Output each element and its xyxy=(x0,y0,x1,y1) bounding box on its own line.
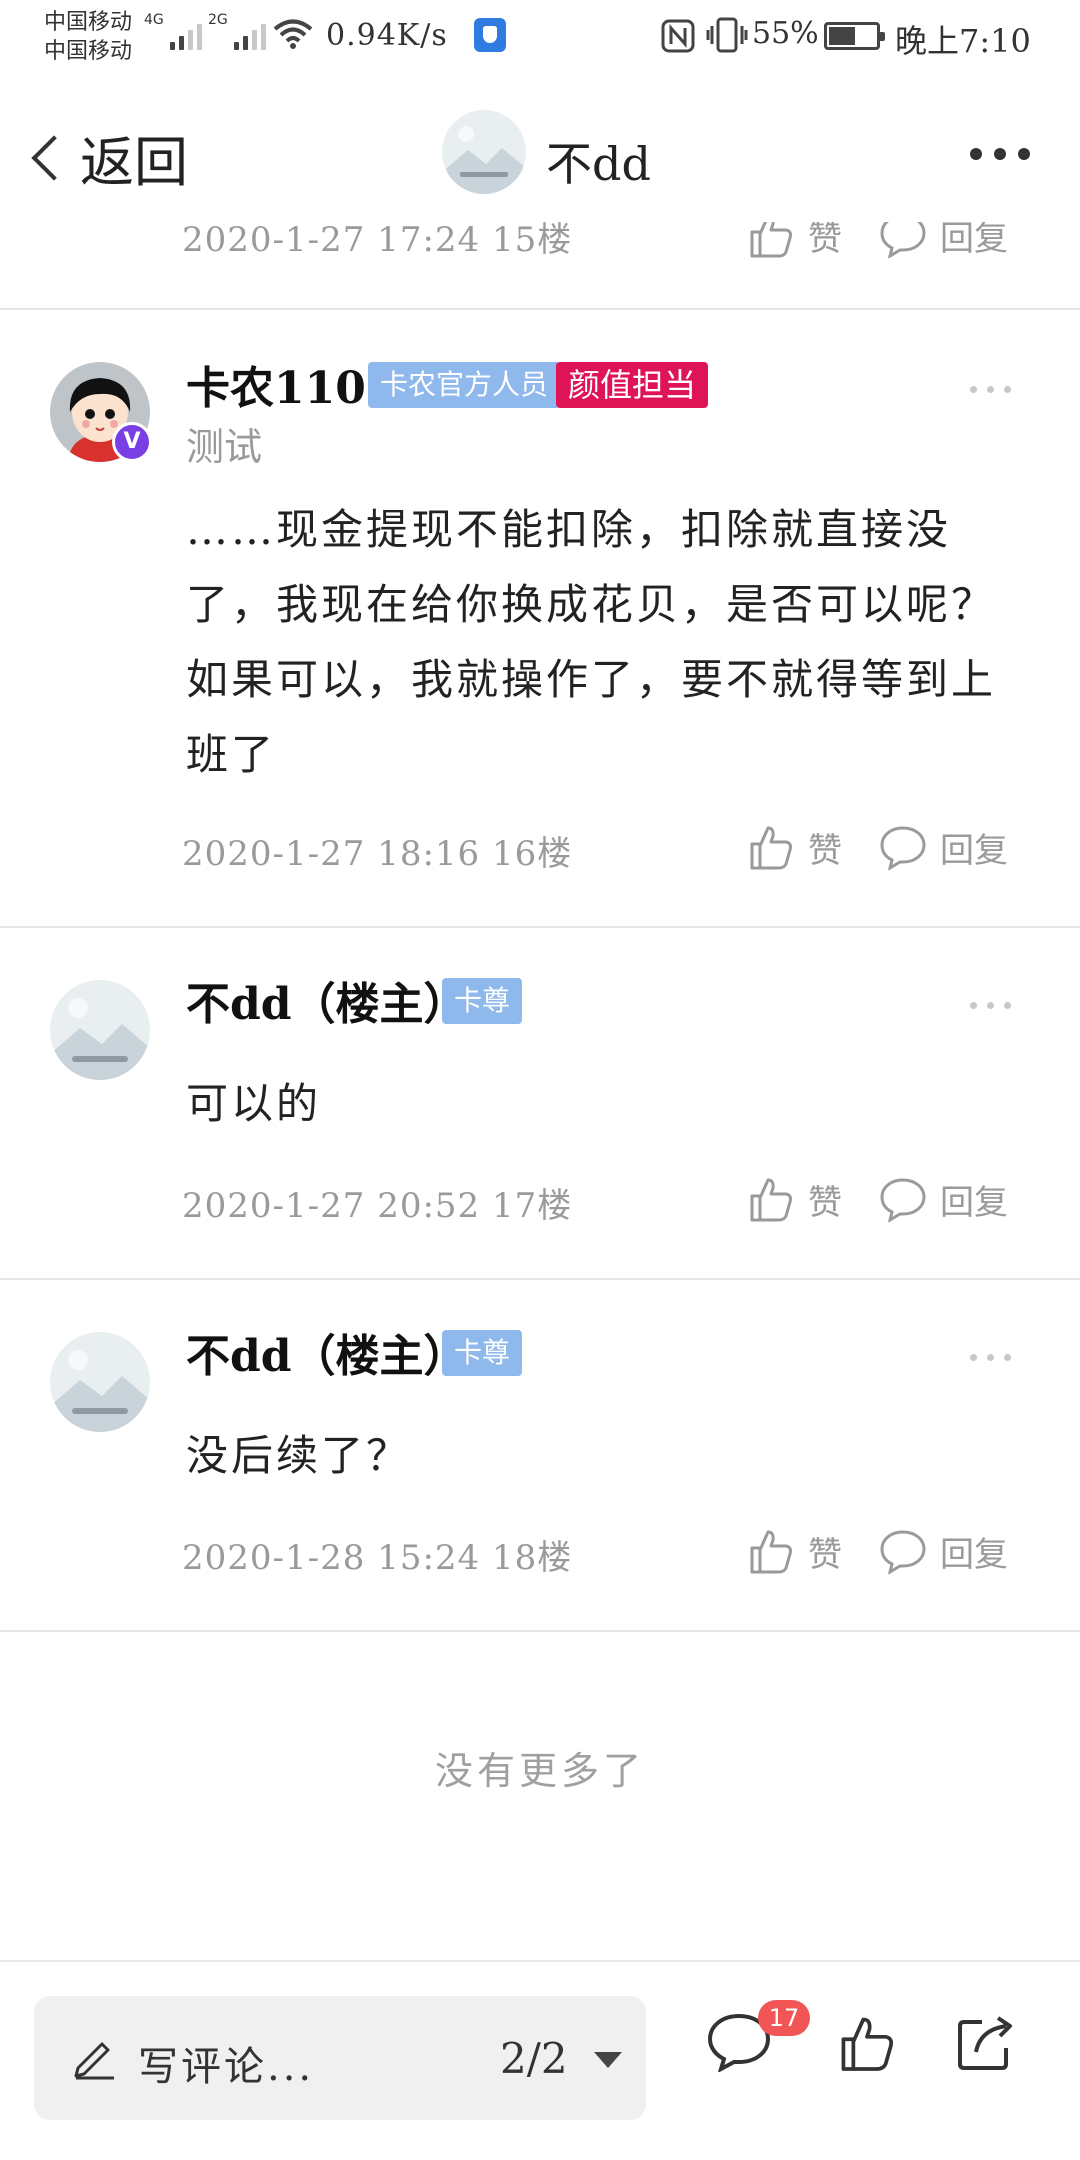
rank-tag: 卡尊 xyxy=(442,978,523,1024)
author-name[interactable]: 不dd（楼主） xyxy=(186,968,468,1032)
security-shield-icon xyxy=(474,18,506,52)
avatar[interactable] xyxy=(50,1332,150,1432)
post-meta: 2020-1-28 15:24 18楼 xyxy=(182,1538,573,1578)
signal-1-icon: 4G xyxy=(144,12,202,50)
post-more-icon[interactable] xyxy=(970,386,1011,393)
post-more-icon[interactable] xyxy=(970,1354,1011,1361)
post-body: 可以的 xyxy=(186,1079,322,1128)
like-label[interactable]: 赞 xyxy=(808,1527,842,1576)
share-icon[interactable] xyxy=(954,2012,1018,2074)
honor-tag: 颜值担当 xyxy=(556,362,709,408)
rank-tag: 卡尊 xyxy=(442,1330,523,1376)
back-chevron-icon xyxy=(31,134,77,181)
header-avatar[interactable] xyxy=(442,110,526,194)
avatar[interactable] xyxy=(50,980,150,1080)
clock: 晚上7:10 xyxy=(895,22,1031,60)
reply-icon[interactable] xyxy=(878,1176,928,1222)
end-of-list-text: 没有更多了 xyxy=(434,1749,645,1793)
carrier-2: 中国移动 xyxy=(44,39,133,64)
network-speed: 0.94K/s xyxy=(326,18,448,53)
carrier-labels: 中国移动 中国移动 xyxy=(44,8,132,66)
page-indicator[interactable]: 2/2 xyxy=(500,2034,568,2083)
like-icon[interactable] xyxy=(836,2012,898,2074)
comment-placeholder: 写评论... xyxy=(138,2044,315,2090)
like-icon[interactable] xyxy=(746,1174,796,1224)
status-bar: 中国移动 中国移动 4G 2G 0.94K/s 55% 晚上7:10 xyxy=(0,0,1080,75)
post-more-icon[interactable] xyxy=(970,1002,1011,1009)
pencil-icon xyxy=(74,2042,114,2080)
reply-label[interactable]: 回复 xyxy=(940,1527,1008,1576)
author-name[interactable]: 卡农110 xyxy=(186,352,366,416)
page-dropdown-icon[interactable] xyxy=(594,2052,622,2068)
reply-label[interactable]: 回复 xyxy=(940,1175,1008,1224)
comment-input[interactable]: 写评论... 2/2 xyxy=(34,1996,646,2120)
post-meta: 2020-1-27 20:52 17楼 xyxy=(182,1186,573,1226)
like-label[interactable]: 赞 xyxy=(808,823,842,872)
wifi-icon xyxy=(273,19,313,49)
battery-icon xyxy=(824,22,885,50)
official-staff-tag: 卡农官方人员 xyxy=(368,362,561,408)
bottom-bar: 写评论... 2/2 17 xyxy=(0,1960,1080,2160)
post-actions: 赞 回复 xyxy=(746,1526,1008,1576)
post-actions: 赞 回复 xyxy=(746,1174,1008,1224)
author-subtitle: 测试 xyxy=(186,425,263,469)
more-options-icon[interactable] xyxy=(970,148,1030,160)
carrier-1: 中国移动 xyxy=(44,10,133,35)
author-name[interactable]: 不dd（楼主） xyxy=(186,1320,468,1384)
post-actions: 赞 回复 xyxy=(746,822,1008,872)
vibrate-icon xyxy=(706,17,748,53)
nfc-icon xyxy=(661,19,695,53)
post-body: ……现金提现不能扣除，扣除就直接没了，我现在给你换成花贝，是否可以呢？如果可以，… xyxy=(186,505,997,779)
post-meta: 2020-1-27 18:16 16楼 xyxy=(182,834,573,874)
post-17: 不dd（楼主） 卡尊 可以的 2020-1-27 20:52 17楼 赞 回复 xyxy=(0,930,1080,1280)
verified-badge-icon: V xyxy=(112,422,152,462)
battery-percent: 55% xyxy=(752,16,819,51)
reply-icon[interactable] xyxy=(878,824,928,870)
nav-header: 返回 不dd xyxy=(0,92,1080,222)
post-16: V 卡农110 卡农官方人员 颜值担当 测试 ……现金提现不能扣除，扣除就直接没… xyxy=(0,312,1080,928)
page-title: 不dd xyxy=(546,137,651,191)
like-icon[interactable] xyxy=(746,1526,796,1576)
like-icon[interactable] xyxy=(746,822,796,872)
like-label[interactable]: 赞 xyxy=(808,1175,842,1224)
post-18: 不dd（楼主） 卡尊 没后续了？ 2020-1-28 15:24 18楼 赞 回… xyxy=(0,1282,1080,1632)
post-body: 没后续了？ xyxy=(186,1431,412,1480)
reply-label[interactable]: 回复 xyxy=(940,823,1008,872)
back-label: 返回 xyxy=(80,131,188,194)
signal-2-icon: 2G xyxy=(208,12,266,50)
comment-count-badge: 17 xyxy=(758,2000,810,2036)
reply-icon[interactable] xyxy=(878,1528,928,1574)
back-button[interactable]: 返回 xyxy=(24,118,188,197)
